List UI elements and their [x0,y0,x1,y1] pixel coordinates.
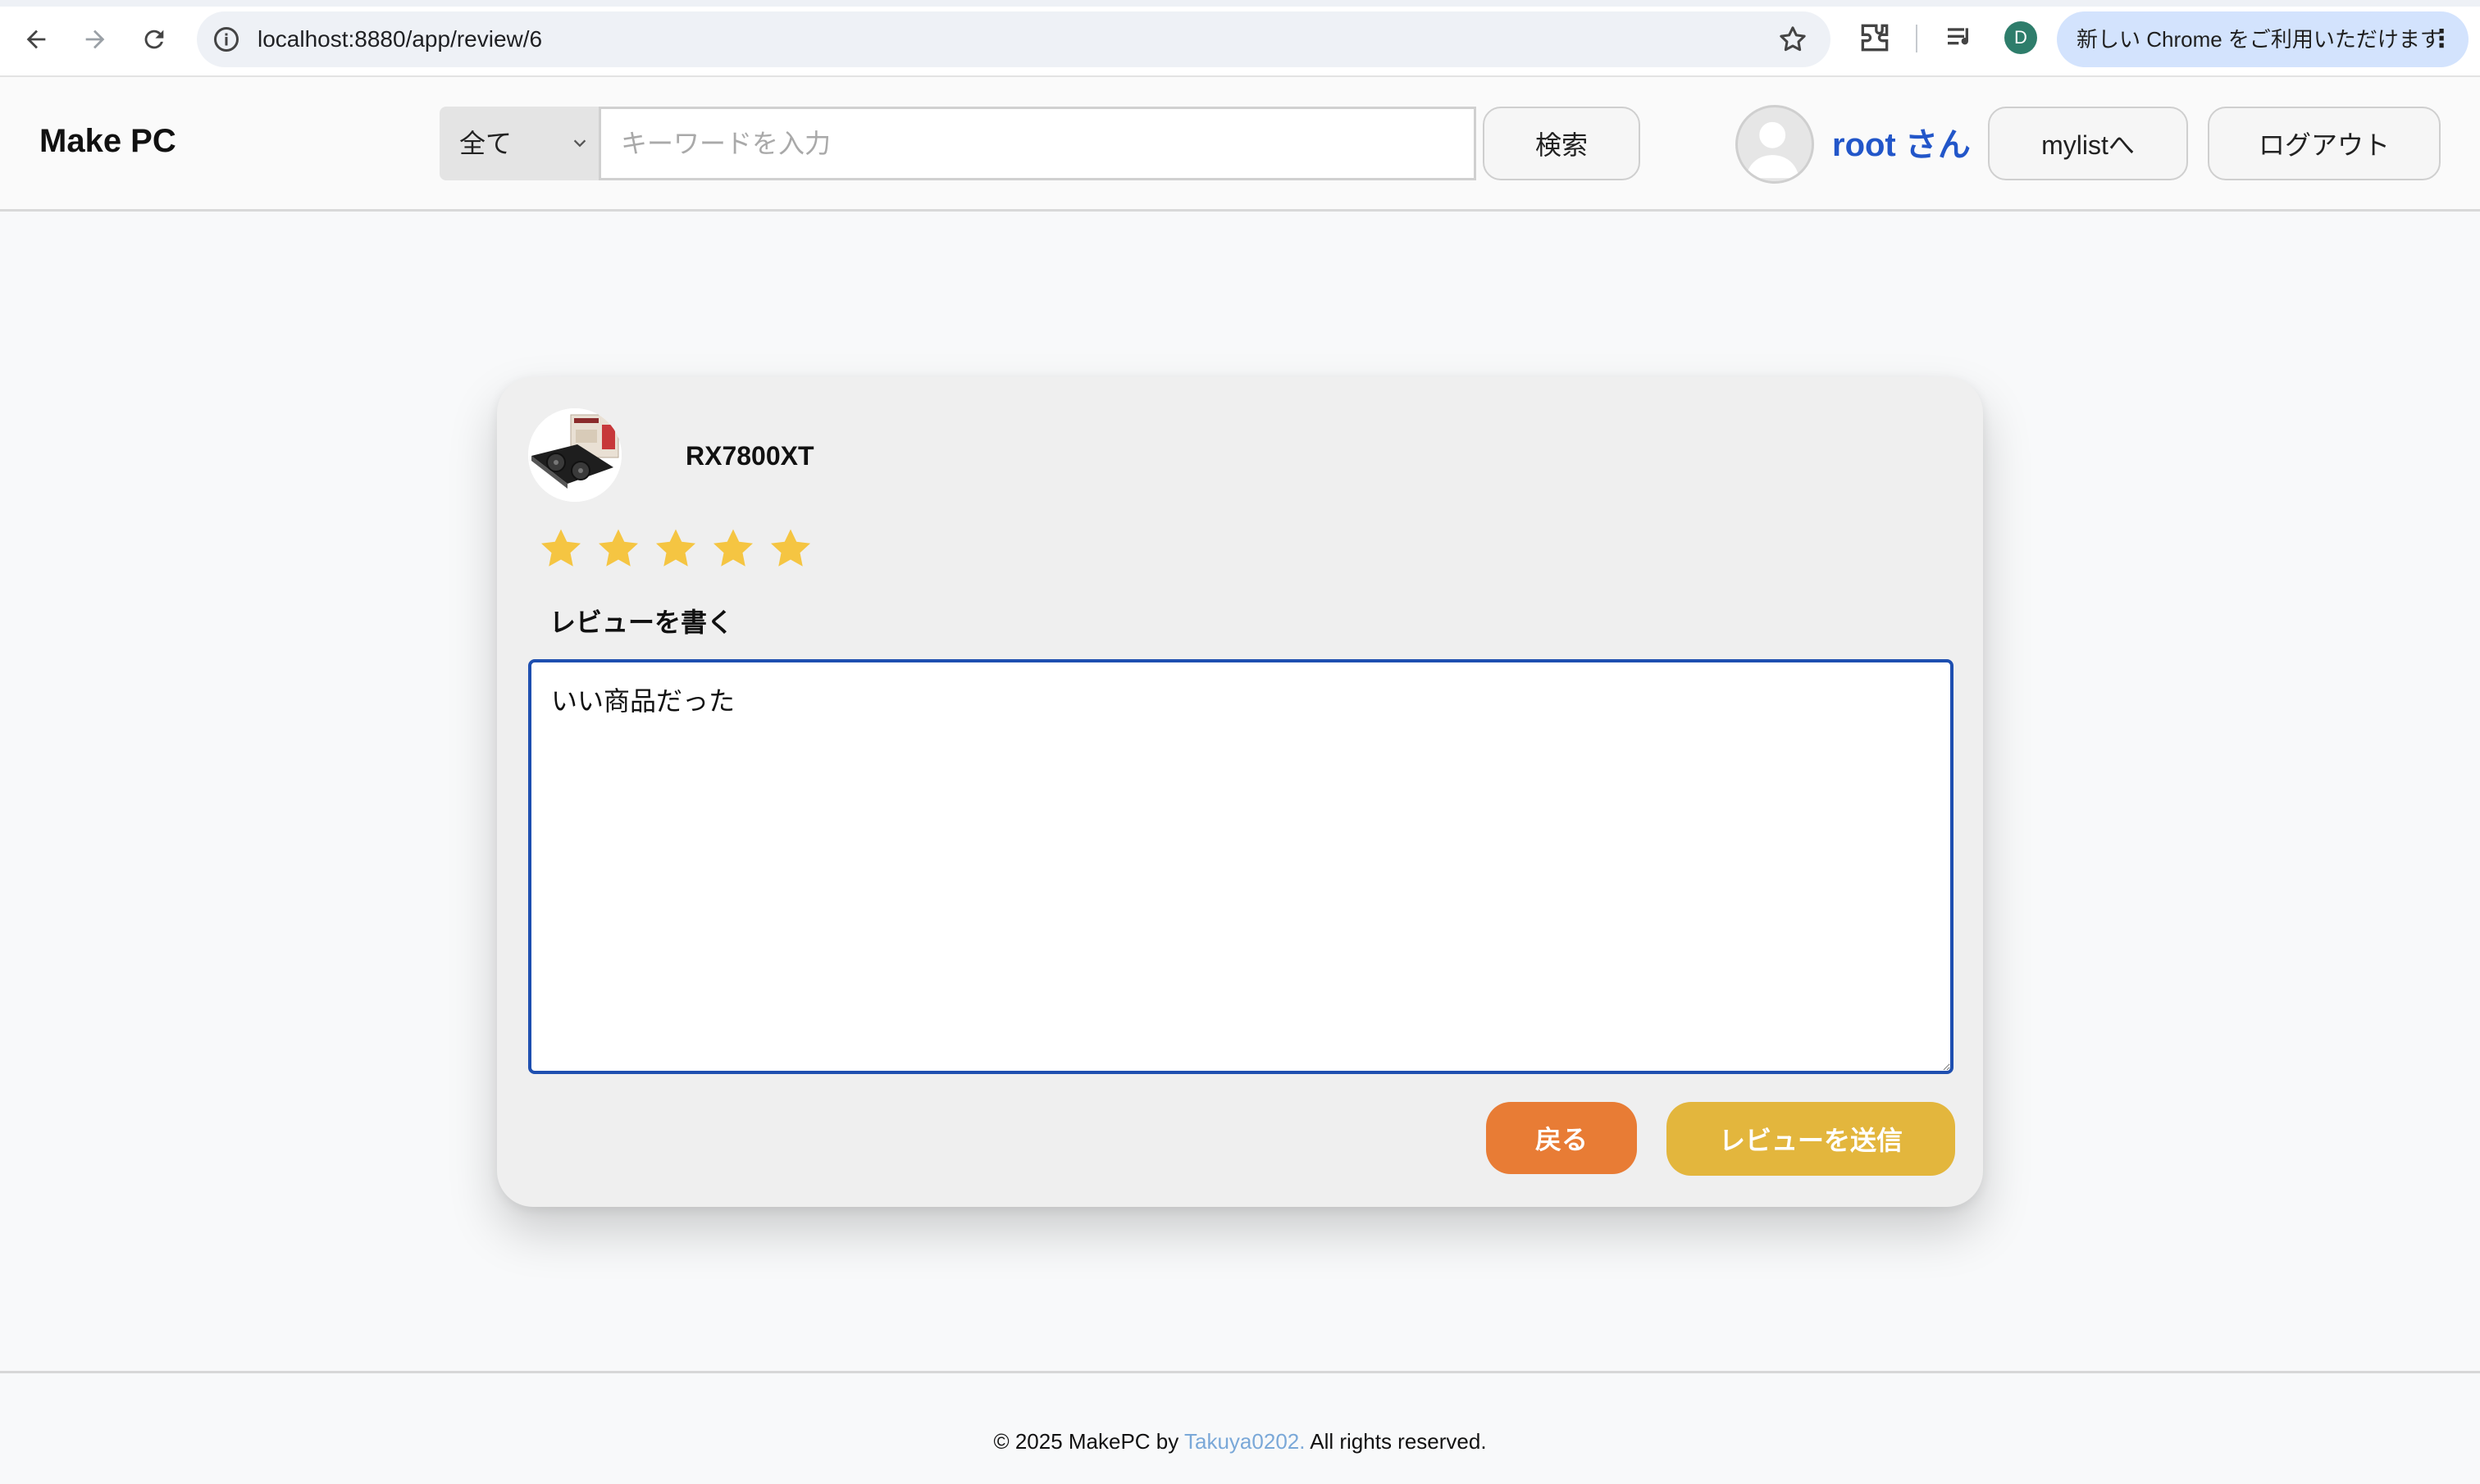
profile-avatar[interactable]: D [2004,21,2037,54]
chevron-down-icon [573,139,586,148]
category-select[interactable]: 全て [440,107,600,180]
star-icon[interactable] [709,525,758,574]
username-label[interactable]: root さん [1832,118,1971,166]
star-rating[interactable] [536,525,815,584]
browser-toolbar: localhost:8880/app/review/6 D 新しい Chrome… [0,0,2480,77]
copyright-text: © 2025 MakePC by Takuya0202. All rights … [0,1429,2480,1454]
review-label: レビューを書く [549,608,734,637]
logout-button[interactable]: ログアウト [2208,107,2441,180]
copyright-suffix: All rights reserved. [1305,1429,1487,1454]
toolbar-divider [1916,25,1917,52]
url-text: localhost:8880/app/review/6 [258,26,543,52]
graphics-card-image [528,408,622,502]
reload-button[interactable] [133,18,176,61]
star-icon[interactable] [651,525,700,574]
review-textarea[interactable]: いい商品だった [528,659,1953,1074]
star-icon[interactable] [766,525,815,574]
bookmark-star-icon[interactable] [1776,23,1809,56]
site-info-icon[interactable] [212,25,241,54]
mylist-button[interactable]: mylistへ [1988,107,2188,180]
chrome-update-button[interactable]: 新しい Chrome をご利用いただけます ⋮ [2057,11,2469,67]
kebab-menu-icon[interactable]: ⋮ [2429,11,2454,67]
category-selected-value: 全て [459,129,513,158]
back-button[interactable]: 戻る [1486,1102,1637,1174]
star-icon[interactable] [594,525,643,574]
arrow-left-icon [26,30,46,49]
address-bar[interactable]: localhost:8880/app/review/6 [197,11,1830,67]
product-name: RX7800XT [686,441,814,471]
user-avatar[interactable] [1735,105,1814,184]
submit-review-button[interactable]: レビューを送信 [1666,1102,1955,1176]
site-logo[interactable]: Make PC [39,123,176,160]
extensions-icon[interactable] [1857,20,1893,56]
reload-icon [144,30,164,49]
review-card: RX7800XT レビューを書く いい商品だった 戻る レビューを送信 [497,377,1983,1207]
search-input[interactable] [599,107,1476,180]
forward-button[interactable] [74,18,116,61]
user-avatar-icon [1745,121,1799,179]
back-button[interactable] [15,18,57,61]
product-thumbnail [528,408,622,502]
search-button[interactable]: 検索 [1483,107,1640,180]
star-icon[interactable] [536,525,586,574]
media-queue-icon[interactable] [1944,21,1976,54]
tab-strip [0,0,2480,7]
copyright-prefix: © 2025 MakePC by [993,1429,1185,1454]
arrow-right-icon [85,30,105,49]
author-link[interactable]: Takuya0202. [1184,1429,1305,1454]
site-footer: © 2025 MakePC by Takuya0202. All rights … [0,1371,2480,1484]
update-label: 新しい Chrome をご利用いただけます [2077,27,2441,52]
site-header: Make PC 全て 検索 root さん mylistへ ログアウト [0,77,2480,212]
